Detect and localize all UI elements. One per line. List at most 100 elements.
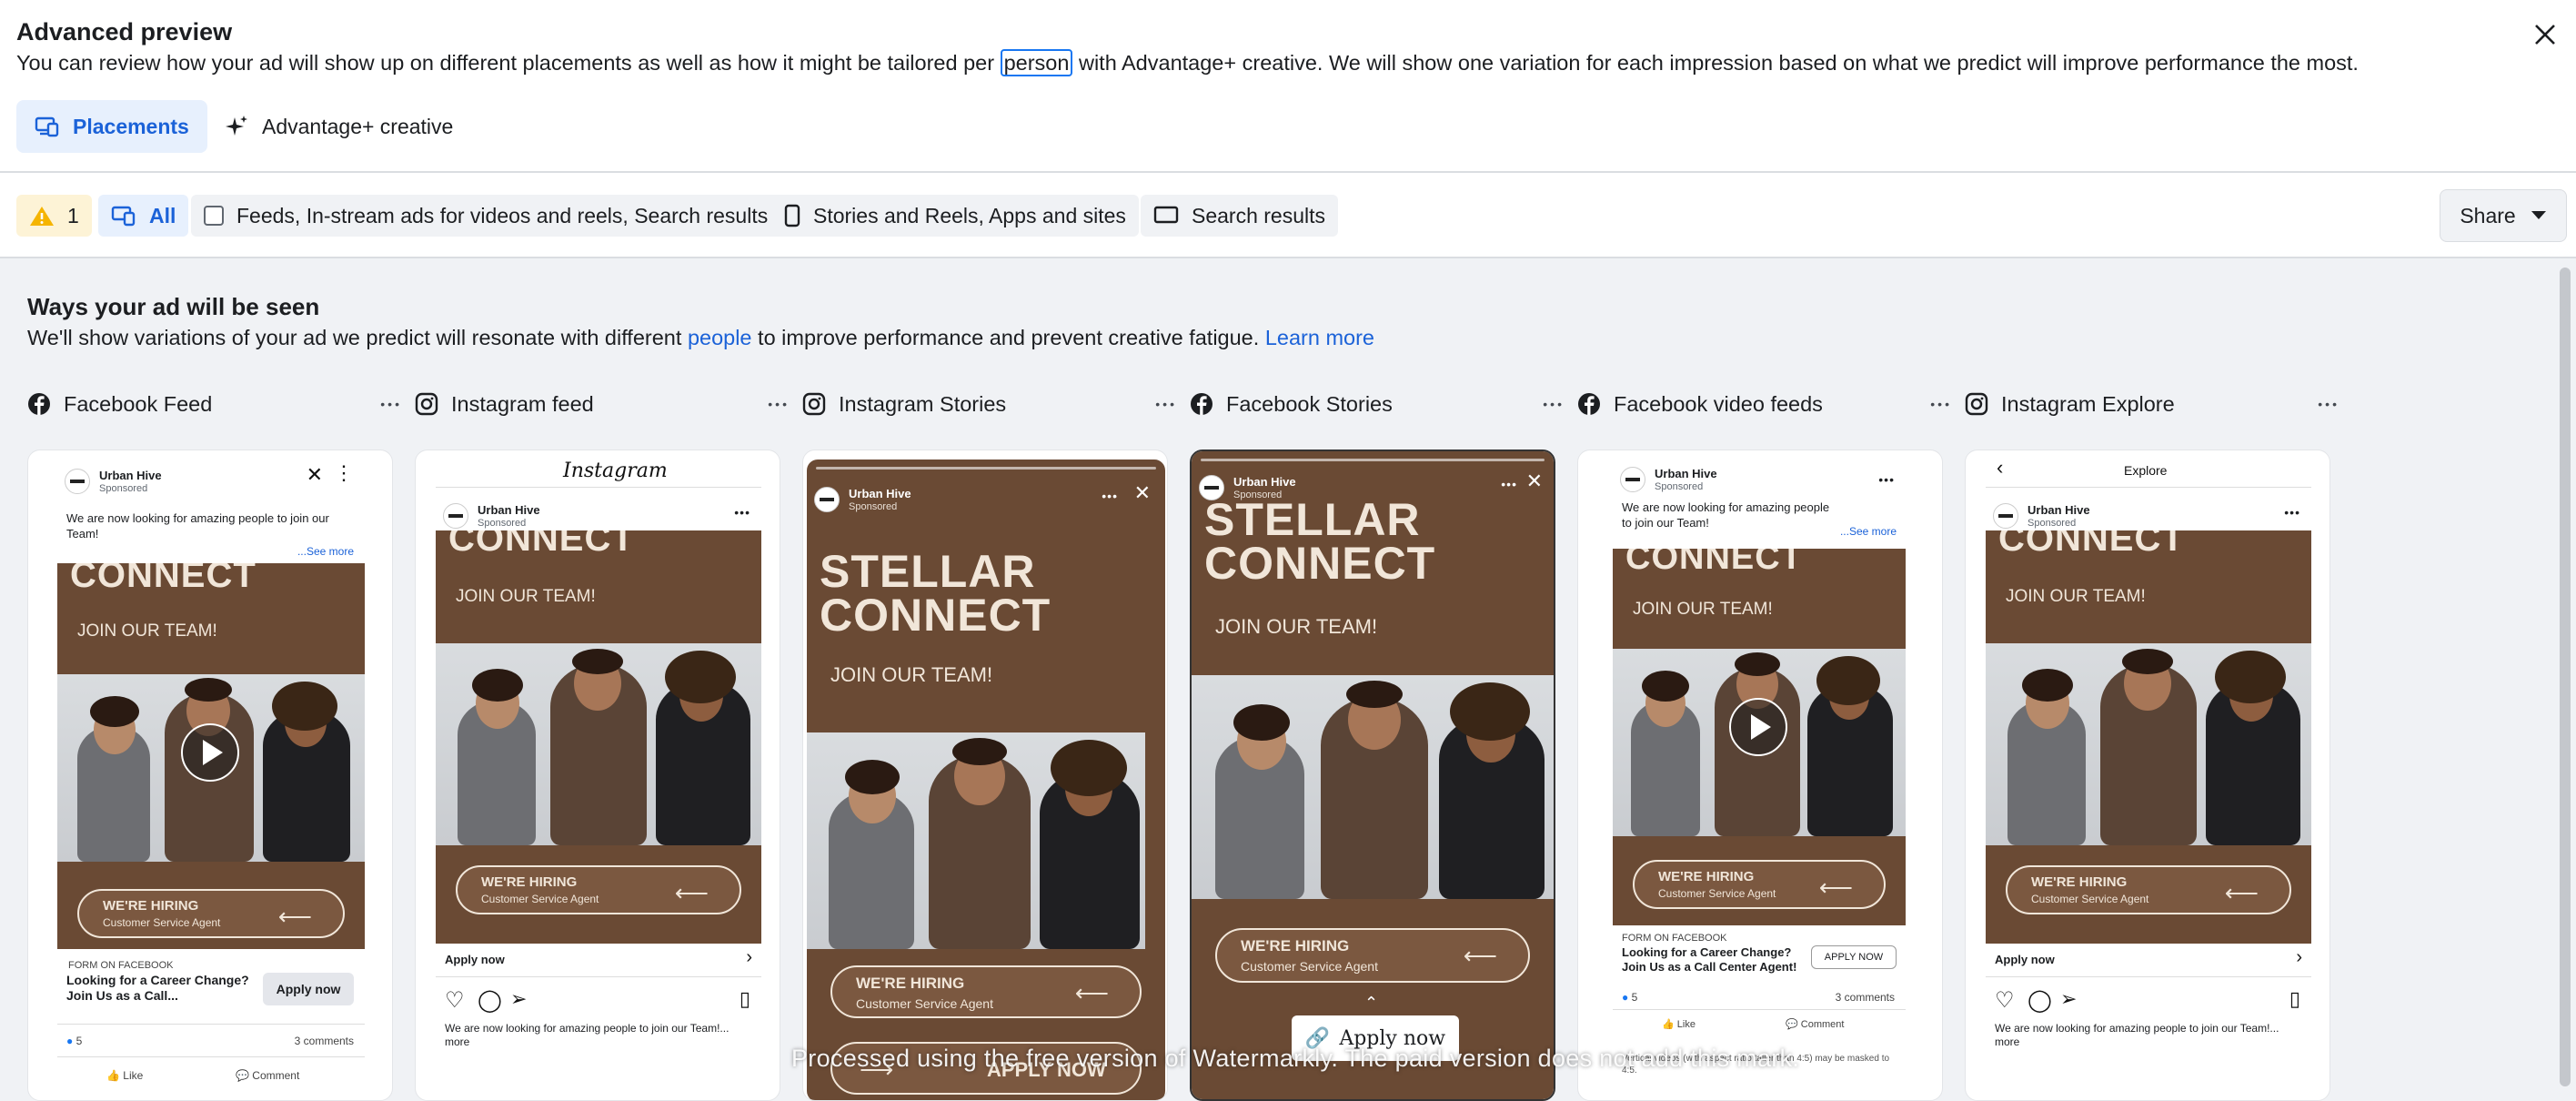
placement-header-facebook-stories: Facebook Stories <box>1190 386 1565 422</box>
close-button[interactable] <box>2527 16 2563 53</box>
arrow-left-icon: ⟵ <box>1074 979 1109 1006</box>
more-options-icon[interactable] <box>1543 391 1565 413</box>
tab-advantage-creative[interactable]: Advantage+ creative <box>206 100 471 153</box>
reaction-count: ● 5 <box>1622 991 1638 1004</box>
filter-stories[interactable]: Stories and Reels, Apps and sites <box>771 195 1139 237</box>
more-options-icon[interactable]: ••• <box>2284 505 2300 520</box>
close-icon <box>2535 25 2555 45</box>
more-options-icon[interactable]: ••• <box>1878 472 1895 487</box>
more-options-icon[interactable] <box>768 391 790 413</box>
section-description: We'll show variations of your ad we pred… <box>27 326 1375 349</box>
team-photo <box>1192 675 1554 899</box>
chevron-up-icon: ⌃ <box>1364 994 1379 1012</box>
more-options-icon[interactable] <box>380 391 402 413</box>
team-photo <box>1986 643 2311 845</box>
arrow-left-icon: ⟵ <box>2224 879 2259 906</box>
warning-filter[interactable]: 1 <box>16 195 92 237</box>
comment-button[interactable]: 💬 Comment <box>236 1069 299 1082</box>
team-photo <box>436 643 761 845</box>
phone-icon <box>784 204 800 227</box>
chevron-right-icon[interactable]: › <box>2296 947 2302 968</box>
placement-filter-bar: 1 All Feeds, In-stream ads for videos an… <box>0 173 2576 258</box>
like-button[interactable]: 👍 Like <box>1662 1018 1696 1030</box>
more-options-icon[interactable] <box>1930 391 1952 413</box>
ad-creative: CONNECT JOIN OUR TEAM! WE'RE HIRING Cust… <box>1986 530 2311 944</box>
warning-icon <box>30 207 54 226</box>
heart-icon[interactable]: ♡ <box>445 987 465 1014</box>
team-photo <box>807 732 1145 949</box>
instagram-logo: Instagram <box>563 460 668 482</box>
watermark-text: Processed using the free version of Wate… <box>791 1045 1800 1072</box>
headline-line1: STELLAR <box>820 546 1036 597</box>
preview-card-instagram-explore[interactable]: ‹ Explore Urban Hive Sponsored ••• CONNE… <box>1965 449 2330 1101</box>
back-icon[interactable]: ‹ <box>1997 456 2003 480</box>
ad-creative: CONNECT JOIN OUR TEAM! WE'RE HIRING Cust… <box>436 530 761 944</box>
page-logo <box>1620 467 1645 492</box>
instagram-icon <box>415 392 438 416</box>
placement-header-facebook-feed: Facebook Feed <box>27 386 402 422</box>
phone-frame: ‹ Explore Urban Hive Sponsored ••• CONNE… <box>1986 450 2311 1100</box>
page-logo <box>443 503 468 529</box>
share-icon[interactable]: ➢ <box>510 987 527 1011</box>
bookmark-icon[interactable]: ▯ <box>2289 987 2300 1011</box>
page-logo <box>65 469 90 494</box>
apply-now-link[interactable]: Apply now <box>445 953 505 966</box>
facebook-icon <box>28 393 50 415</box>
hiring-banner: WE'RE HIRING Customer Service Agent ⟵ <box>1215 928 1530 983</box>
apply-now-button[interactable]: APPLY NOW <box>1811 945 1897 969</box>
hiring-banner: WE'RE HIRING Customer Service Agent ⟵ <box>77 889 345 938</box>
preview-card-instagram-feed[interactable]: Instagram Urban Hive Sponsored ••• CONNE… <box>415 449 780 1101</box>
hiring-banner: WE'RE HIRING Customer Service Agent ⟵ <box>1633 860 1886 909</box>
play-icon[interactable] <box>181 723 239 782</box>
arrow-left-icon: ⟵ <box>674 879 709 906</box>
phone-frame: Urban Hive Sponsored ••• ✕ STELLAR CONNE… <box>807 460 1165 1100</box>
people-link[interactable]: people <box>688 326 752 349</box>
filter-search-results[interactable]: Search results <box>1141 195 1339 237</box>
warning-count: 1 <box>67 203 79 227</box>
preview-card-facebook-video-feeds[interactable]: Urban Hive Sponsored ••• We are now look… <box>1577 449 1943 1101</box>
ad-header: Urban Hive Sponsored ✕ ⋮ <box>57 458 365 512</box>
heart-icon[interactable]: ♡ <box>1995 987 2015 1014</box>
close-icon[interactable]: ✕ <box>307 463 323 487</box>
learn-more-link[interactable]: Learn more <box>1265 326 1374 349</box>
comment-button[interactable]: 💬 Comment <box>1786 1018 1844 1030</box>
kebab-icon[interactable]: ⋮ <box>334 461 354 485</box>
reaction-count: ● 5 <box>66 1035 83 1047</box>
scrollbar[interactable] <box>2560 268 2571 1086</box>
arrow-left-icon: ⟵ <box>277 903 312 930</box>
facebook-icon <box>1191 393 1213 415</box>
comment-icon[interactable]: ◯ <box>478 987 502 1014</box>
preview-card-facebook-feed[interactable]: Urban Hive Sponsored ✕ ⋮ We are now look… <box>27 449 393 1101</box>
filter-all[interactable]: All <box>98 195 189 237</box>
placements-icon <box>35 116 59 137</box>
like-button[interactable]: 👍 Like <box>106 1069 143 1082</box>
placement-header-instagram-stories: Instagram Stories <box>802 386 1177 422</box>
headline-line2: CONNECT <box>1204 538 1436 589</box>
filter-feeds[interactable]: Feeds, In-stream ads for videos and reel… <box>191 195 781 237</box>
play-icon[interactable] <box>1729 698 1787 756</box>
page-description: You can review how your ad will show up … <box>16 49 2359 76</box>
apply-now-link[interactable]: Apply now <box>1995 953 2055 966</box>
preview-header: Advanced preview You can review how your… <box>0 0 2576 171</box>
apply-now-button[interactable]: Apply now <box>263 973 354 1005</box>
share-button[interactable]: Share <box>2440 189 2567 242</box>
facebook-icon <box>1578 393 1600 415</box>
more-options-icon[interactable]: ••• <box>734 505 750 520</box>
comment-icon[interactable]: ◯ <box>2028 987 2052 1014</box>
placement-header-instagram-explore: Instagram Explore <box>1965 386 2340 422</box>
more-options-icon[interactable] <box>2318 391 2340 413</box>
feeds-checkbox[interactable] <box>204 206 224 226</box>
preview-card-instagram-stories[interactable]: Urban Hive Sponsored ••• ✕ STELLAR CONNE… <box>802 449 1168 1101</box>
ad-creative: STELLAR CONNECT JOIN OUR TEAM! WE'RE HIR… <box>807 460 1165 1100</box>
more-options-icon[interactable] <box>1155 391 1177 413</box>
bookmark-icon[interactable]: ▯ <box>740 987 750 1011</box>
ad-creative: CONNECT JOIN OUR TEAM! WE'RE HIRING Cust… <box>57 563 365 949</box>
tab-placements[interactable]: Placements <box>16 100 207 153</box>
preview-card-facebook-stories[interactable]: Urban Hive Sponsored ••• ✕ STELLAR CONNE… <box>1190 449 1555 1101</box>
hiring-banner: WE'RE HIRING Customer Service Agent ⟵ <box>2006 865 2291 914</box>
chevron-right-icon[interactable]: › <box>746 947 752 968</box>
placement-header-facebook-video-feeds: Facebook video feeds <box>1577 386 1952 422</box>
share-icon[interactable]: ➢ <box>2060 987 2077 1011</box>
phone-frame: Instagram Urban Hive Sponsored ••• CONNE… <box>436 450 761 1100</box>
page-logo <box>1993 503 2018 529</box>
